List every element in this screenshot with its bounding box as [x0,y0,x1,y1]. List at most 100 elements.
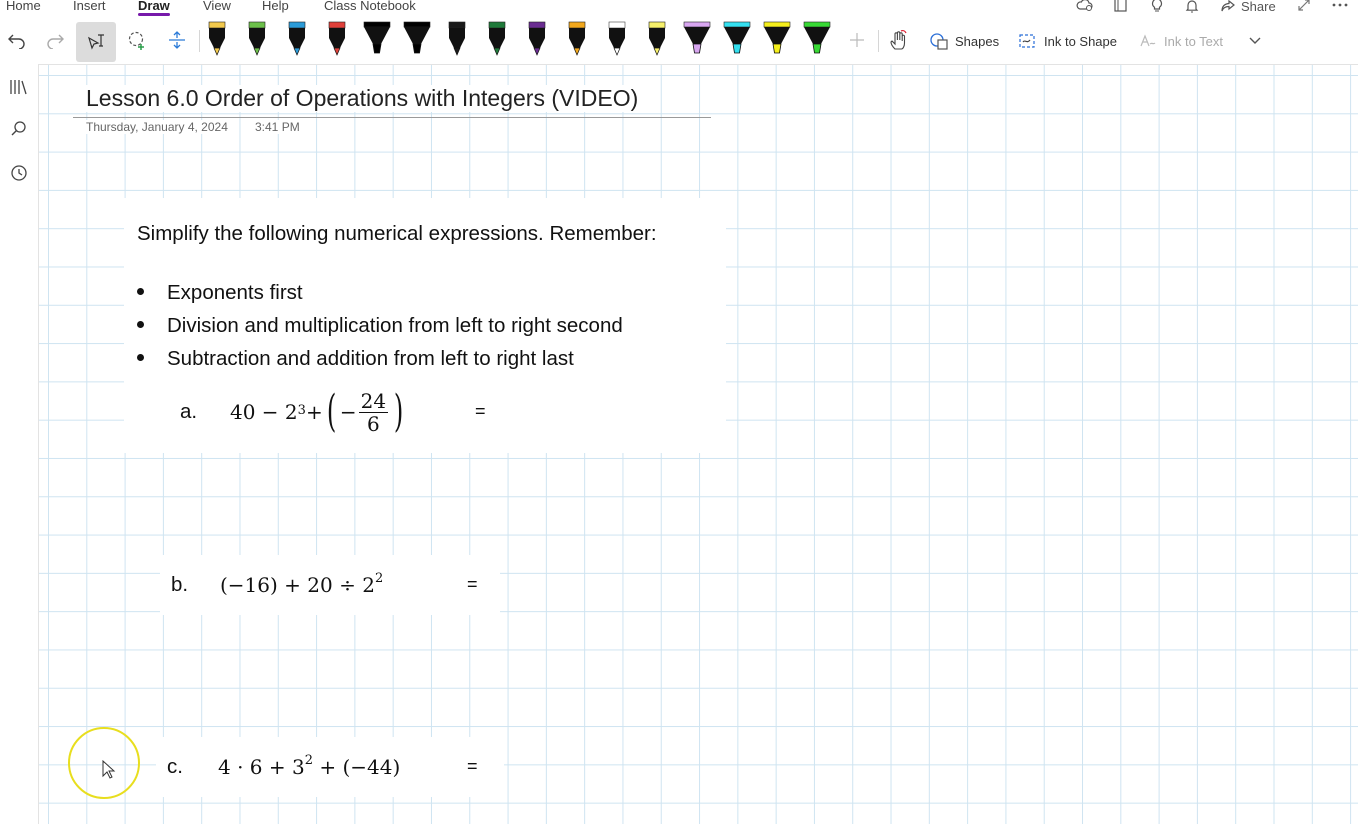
notebooks-button[interactable] [4,72,34,102]
expr-a-minus: − [339,400,357,424]
pen-swatch[interactable] [522,20,552,58]
pen-swatch[interactable] [322,20,352,58]
expr-a-prefix: 40 − 2 [230,400,298,424]
pen-swatch[interactable] [642,20,672,58]
undo-icon [8,34,25,49]
shapes-icon [930,33,948,50]
chevron-down-icon [1249,37,1261,44]
tab-home[interactable]: Home [6,0,41,13]
more-options-icon[interactable] [1331,0,1349,14]
pen-swatch[interactable] [602,20,632,58]
shapes-label: Shapes [955,33,1000,49]
pen-swatch[interactable] [242,20,272,58]
left-paren: ( [326,386,337,437]
instructions-container[interactable]: Simplify the following numerical express… [124,198,726,453]
clock-icon [11,165,27,181]
problem-b-container[interactable]: b. (−16) + 20 ÷ 22 = [160,555,500,615]
bullet-item: Exponents first [137,281,303,305]
draw-ribbon: Shapes Ink to Shape Ink to Text [0,18,1358,65]
bell-icon[interactable] [1185,0,1199,14]
problem-c-label: c. [167,755,183,778]
expr-a-plus: + [305,400,323,424]
notebook-icon[interactable] [1113,0,1129,14]
lightbulb-icon[interactable] [1150,0,1164,14]
pen-swatch[interactable] [202,20,232,58]
navigation-rail [0,64,39,824]
ribbon-separator [199,30,200,52]
tab-insert[interactable]: Insert [73,0,106,13]
pen-swatch[interactable] [442,20,472,58]
lasso-icon [128,31,144,50]
expr-b-exponent: 2 [374,571,384,587]
problem-b-expression: (−16) + 20 ÷ 22 [220,571,384,597]
bullet-dot [137,354,144,362]
share-button[interactable]: Share [1220,0,1276,14]
add-pen-button[interactable] [843,22,871,58]
page-time: 3:41 PM [255,120,300,134]
bullet-text: Division and multiplication from left to… [167,314,623,337]
search-button[interactable] [4,114,34,144]
redo-icon [47,34,64,49]
add-space-icon [169,31,185,49]
problem-a-equals: = [475,401,486,421]
tab-view[interactable]: View [203,0,231,13]
instruction-text: Simplify the following numerical express… [137,222,657,245]
menu-bar: Home Insert Draw View Help Class Noteboo… [0,0,1358,18]
fraction: 24 6 [358,388,389,436]
tab-draw[interactable]: Draw [138,0,170,16]
tab-class-notebook[interactable]: Class Notebook [324,0,416,13]
ink-to-text-button[interactable]: Ink to Text [1138,28,1223,54]
ink-to-shape-label: Ink to Shape [1044,33,1117,49]
undo-button[interactable] [2,22,32,58]
fraction-denominator: 6 [367,411,380,436]
pen-swatch[interactable] [562,20,592,58]
shapes-button[interactable]: Shapes [929,28,999,54]
expr-c-suffix: + (−44) [313,755,401,779]
mouse-pointer-icon [102,759,116,785]
right-paren: ) [393,386,404,437]
expr-a-exponent: 3 [297,402,306,418]
problem-c-expression: 4 · 6 + 32 + (−44) [218,753,401,779]
problem-b-equals: = [467,574,478,594]
highlighter-swatch[interactable] [362,20,392,58]
bullet-dot [137,321,144,329]
tab-help[interactable]: Help [262,0,289,13]
share-icon [1221,0,1235,12]
ink-to-text-label: Ink to Text [1164,33,1224,49]
add-space-tool[interactable] [162,22,192,58]
ink-to-text-icon [1140,34,1156,47]
ribbon-overflow-button[interactable] [1244,22,1266,58]
highlighter-swatch[interactable] [722,20,752,58]
expr-c-prefix: 4 · 6 + 3 [218,755,305,779]
expr-b-prefix: (−16) + 20 ÷ 2 [220,573,375,597]
highlighter-swatch[interactable] [762,20,792,58]
redo-button[interactable] [40,22,70,58]
type-select-tool[interactable] [76,22,116,62]
ribbon-separator [878,30,879,52]
problem-c-equals: = [467,756,478,776]
library-icon [10,80,27,95]
highlighter-swatch[interactable] [682,20,712,58]
lasso-select-tool[interactable] [122,22,152,58]
sync-status-icon[interactable] [1076,0,1094,14]
text-select-icon [88,34,104,50]
ink-to-shape-button[interactable]: Ink to Shape [1018,28,1117,54]
bullet-text: Subtraction and addition from left to ri… [167,347,574,370]
pen-swatch[interactable] [482,20,512,58]
bullet-dot [137,288,144,296]
plus-icon [850,33,864,47]
problem-b-label: b. [171,573,189,596]
highlighter-swatch[interactable] [402,20,432,58]
highlighter-swatch[interactable] [802,20,832,58]
recent-notes-button[interactable] [4,158,34,188]
expand-icon[interactable] [1296,0,1312,14]
problem-c-container[interactable]: c. 4 · 6 + 32 + (−44) = [156,737,504,797]
pen-swatch[interactable] [282,20,312,58]
bullet-item: Subtraction and addition from left to ri… [137,347,574,371]
touch-draw-button[interactable] [884,22,912,58]
note-canvas[interactable]: Lesson 6.0 Order of Operations with Inte… [39,65,1358,824]
page-title[interactable]: Lesson 6.0 Order of Operations with Inte… [86,85,639,112]
share-label: Share [1241,0,1276,14]
search-icon [11,121,26,136]
fraction-numerator: 24 [358,388,389,413]
